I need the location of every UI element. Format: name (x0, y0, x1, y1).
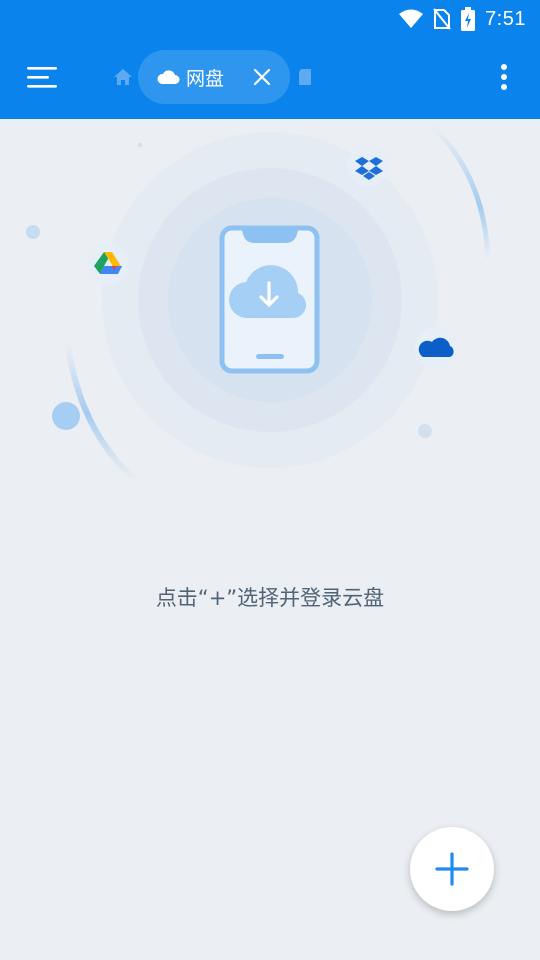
phone-storage-tab[interactable] (297, 68, 313, 90)
empty-state-message: 点击“+”选择并登录云盘 (155, 586, 385, 610)
close-icon[interactable] (252, 67, 272, 87)
battery-charging-icon (461, 7, 476, 31)
plus-icon (435, 852, 469, 886)
phone-storage-icon (299, 69, 311, 85)
cloud-icon (157, 70, 180, 84)
status-bar: 7:51 (399, 6, 526, 32)
add-cloud-drive-button[interactable] (410, 827, 494, 911)
home-tab[interactable] (112, 67, 134, 91)
onedrive-icon (415, 327, 457, 369)
no-sim-icon (433, 8, 451, 30)
status-time: 7:51 (485, 7, 526, 30)
tab-label: 网盘 (186, 67, 225, 90)
google-drive-icon (87, 243, 129, 285)
menu-button[interactable] (22, 60, 62, 94)
wifi-icon (399, 9, 424, 28)
hamburger-menu-icon (27, 67, 57, 88)
more-options-button[interactable] (494, 62, 514, 94)
dropbox-icon (347, 145, 389, 187)
phone-cloud-download-icon (219, 225, 320, 374)
home-icon (114, 69, 132, 85)
more-vertical-icon (501, 64, 507, 90)
empty-state-illustration (26, 121, 491, 483)
tab-cloud-drive[interactable]: 网盘 (138, 50, 290, 104)
app-toolbar: 7:51 网盘 (0, 0, 540, 119)
